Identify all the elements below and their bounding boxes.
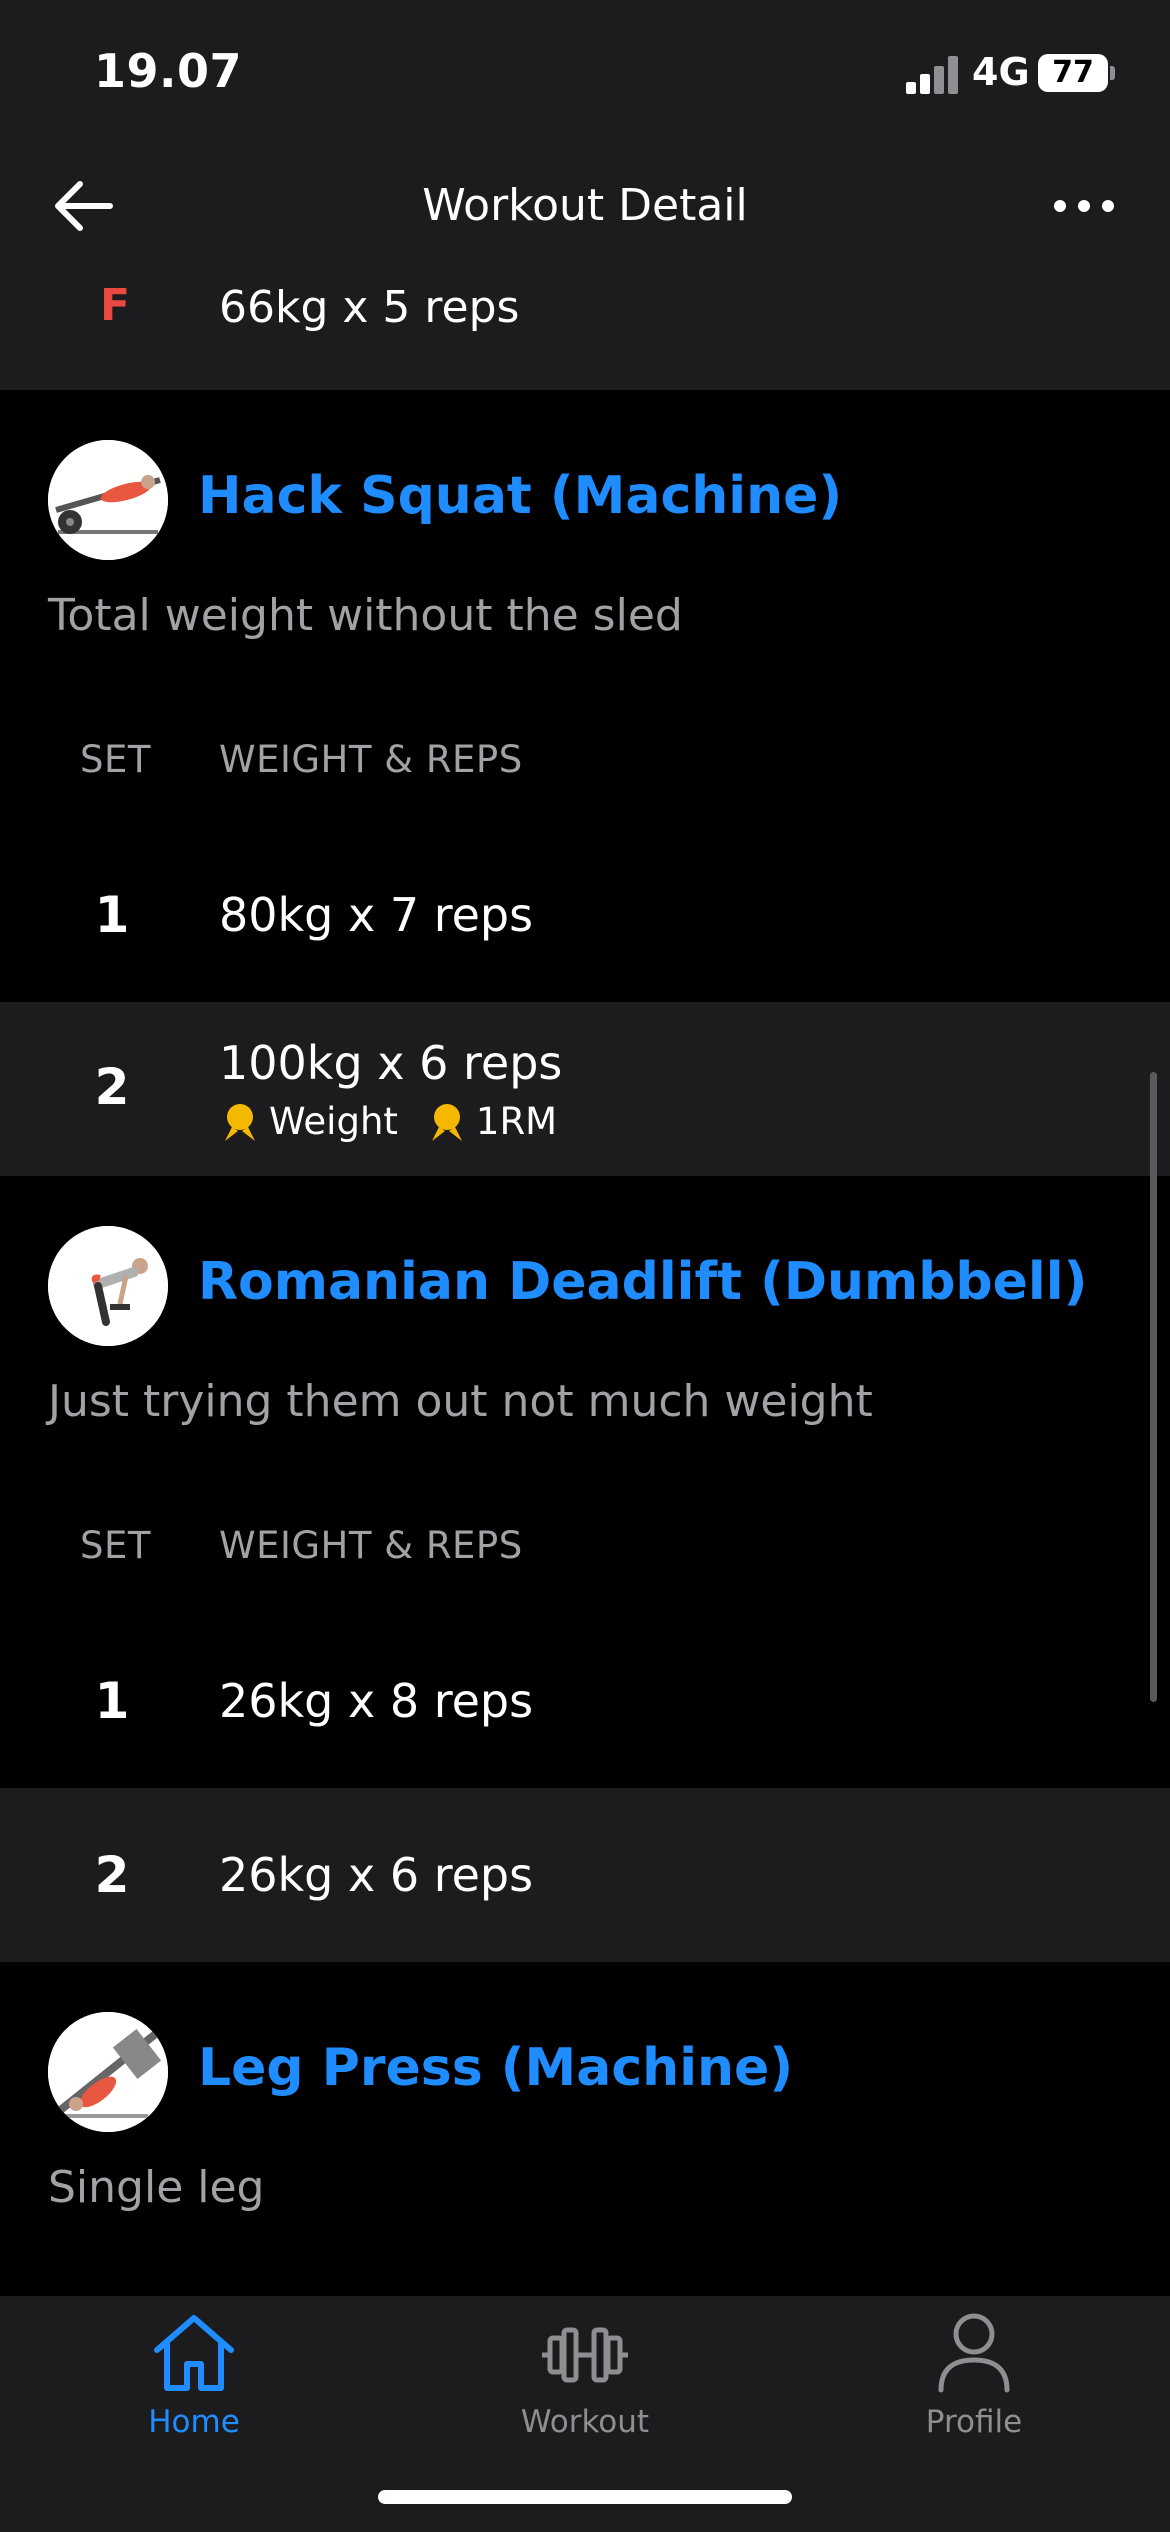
- tab-label: Workout: [520, 2404, 650, 2440]
- status-time: 19.07: [94, 44, 243, 98]
- exercise-name-link[interactable]: Hack Squat (Machine): [198, 466, 842, 526]
- set-number: 1: [94, 886, 130, 944]
- exercise-thumbnail[interactable]: [48, 2012, 168, 2132]
- set-type-failure: F: [100, 280, 131, 331]
- leg-press-illustration: [48, 2012, 168, 2132]
- dumbbell-icon: [542, 2327, 628, 2383]
- exercise-name-link[interactable]: Romanian Deadlift (Dumbbell): [198, 1252, 1087, 1312]
- set-weight-reps: 80kg x 7 reps: [219, 888, 534, 942]
- weight-reps-column-header: WEIGHT & REPS: [219, 1524, 523, 1567]
- tab-workout[interactable]: Workout: [455, 2310, 715, 2440]
- cellular-signal-icon: [906, 54, 958, 94]
- exercise-name-link[interactable]: Leg Press (Machine): [198, 2038, 793, 2098]
- home-icon: [154, 2315, 234, 2391]
- medal-icon: [225, 1103, 255, 1141]
- scrollbar[interactable]: [1150, 1072, 1157, 1702]
- table-row: [0, 1002, 1170, 1176]
- exercise-thumbnail[interactable]: [48, 1226, 168, 1346]
- table-row: [0, 830, 1170, 1002]
- tab-home[interactable]: Home: [64, 2310, 324, 2440]
- page-title: Workout Detail: [422, 180, 748, 231]
- set-number: 2: [94, 1058, 130, 1116]
- table-row: [0, 1788, 1170, 1962]
- exercise-note: Single leg: [48, 2162, 265, 2213]
- weight-reps-column-header: WEIGHT & REPS: [219, 738, 523, 781]
- more-options-icon[interactable]: [1052, 186, 1116, 226]
- exercise-note: Total weight without the sled: [48, 590, 683, 641]
- set-weight-reps: 26kg x 8 reps: [219, 1674, 534, 1728]
- set-weight-reps: 100kg x 6 reps: [219, 1036, 563, 1090]
- set-number: 2: [94, 1846, 130, 1904]
- tab-label: Home: [148, 2404, 240, 2440]
- hack-squat-illustration: [48, 440, 168, 560]
- deadlift-illustration: [48, 1226, 168, 1346]
- back-arrow-icon[interactable]: [50, 178, 114, 234]
- home-indicator[interactable]: [378, 2490, 792, 2504]
- exercise-note: Just trying them out not much weight: [48, 1376, 873, 1427]
- record-badge-label: 1RM: [475, 1100, 558, 1143]
- set-weight-reps: 26kg x 6 reps: [219, 1848, 534, 1902]
- person-icon: [938, 2313, 1010, 2393]
- network-type: 4G: [972, 50, 1030, 94]
- tab-label: Profile: [925, 2404, 1023, 2440]
- table-row: [0, 1616, 1170, 1788]
- set-number: 1: [94, 1672, 130, 1730]
- set-column-header: SET: [80, 738, 151, 781]
- set-weight-reps: 66kg x 5 reps: [219, 282, 520, 333]
- set-column-header: SET: [80, 1524, 151, 1567]
- battery-icon: 77: [1038, 54, 1108, 92]
- medal-icon: [431, 1103, 462, 1141]
- tab-profile[interactable]: Profile: [844, 2310, 1104, 2440]
- exercise-thumbnail[interactable]: [48, 440, 168, 560]
- battery-tip: [1110, 66, 1115, 80]
- record-badge-label: Weight: [269, 1100, 398, 1143]
- record-badges: Weight 1RM: [219, 1100, 557, 1143]
